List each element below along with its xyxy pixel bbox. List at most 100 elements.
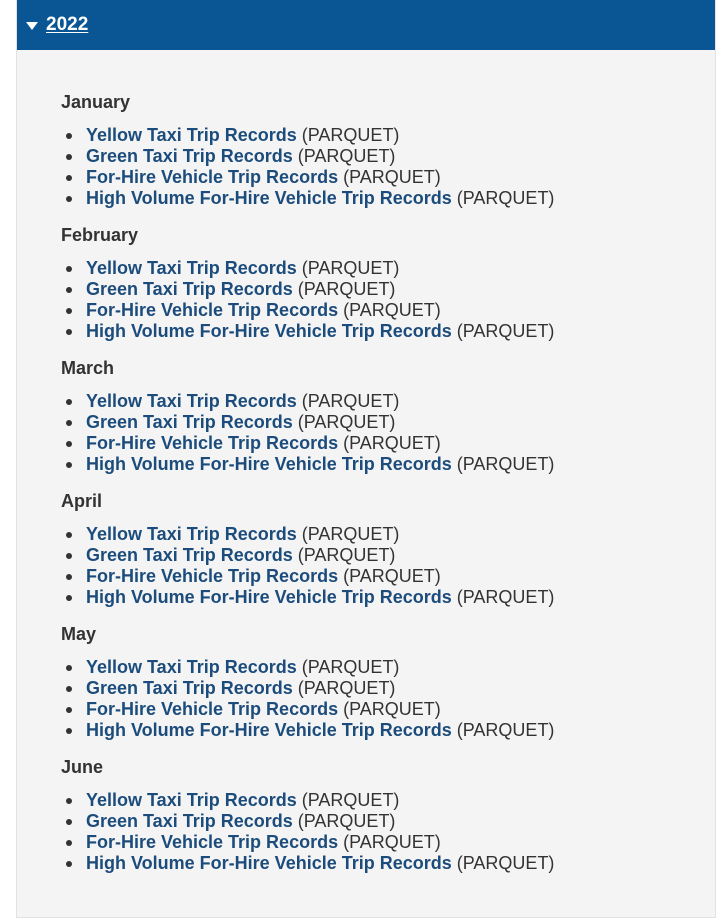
month-block-march: March Yellow Taxi Trip Records (PARQUET)… bbox=[61, 356, 715, 475]
list-item: For-Hire Vehicle Trip Records (PARQUET) bbox=[65, 566, 715, 587]
fhv-link[interactable]: For-Hire Vehicle Trip Records bbox=[86, 566, 338, 586]
green-taxi-link[interactable]: Green Taxi Trip Records bbox=[86, 811, 293, 831]
list-item: Green Taxi Trip Records (PARQUET) bbox=[65, 545, 715, 566]
month-block-january: January Yellow Taxi Trip Records (PARQUE… bbox=[61, 90, 715, 209]
month-block-june: June Yellow Taxi Trip Records (PARQUET) … bbox=[61, 755, 715, 874]
list-item: Yellow Taxi Trip Records (PARQUET) bbox=[65, 125, 715, 146]
format-label: (PARQUET) bbox=[456, 853, 555, 873]
month-heading: February bbox=[61, 225, 139, 245]
fhv-link[interactable]: For-Hire Vehicle Trip Records bbox=[86, 699, 338, 719]
format-label: (PARQUET) bbox=[456, 321, 555, 341]
green-taxi-link[interactable]: Green Taxi Trip Records bbox=[86, 279, 293, 299]
list-item: Green Taxi Trip Records (PARQUET) bbox=[65, 279, 715, 300]
format-label: (PARQUET) bbox=[301, 657, 400, 677]
bullet-icon bbox=[66, 532, 72, 538]
format-label: (PARQUET) bbox=[343, 167, 441, 187]
bullet-icon bbox=[66, 819, 72, 825]
month-heading: April bbox=[61, 491, 103, 511]
format-label: (PARQUET) bbox=[297, 279, 396, 299]
format-label: (PARQUET) bbox=[301, 524, 400, 544]
list-item: High Volume For-Hire Vehicle Trip Record… bbox=[65, 720, 715, 741]
format-label: (PARQUET) bbox=[297, 678, 396, 698]
list-item: High Volume For-Hire Vehicle Trip Record… bbox=[65, 454, 715, 475]
caret-down-icon[interactable] bbox=[26, 21, 38, 30]
record-list: Yellow Taxi Trip Records (PARQUET) Green… bbox=[61, 657, 715, 741]
list-item: Yellow Taxi Trip Records (PARQUET) bbox=[65, 258, 715, 279]
hvfhv-link[interactable]: High Volume For-Hire Vehicle Trip Record… bbox=[86, 188, 452, 208]
month-heading: March bbox=[61, 358, 115, 378]
green-taxi-link[interactable]: Green Taxi Trip Records bbox=[86, 412, 293, 432]
format-label: (PARQUET) bbox=[456, 454, 555, 474]
bullet-icon bbox=[66, 861, 72, 867]
list-item: For-Hire Vehicle Trip Records (PARQUET) bbox=[65, 699, 715, 720]
format-label: (PARQUET) bbox=[297, 412, 396, 432]
bullet-icon bbox=[66, 133, 72, 139]
format-label: (PARQUET) bbox=[301, 391, 400, 411]
bullet-icon bbox=[66, 686, 72, 692]
format-label: (PARQUET) bbox=[301, 125, 400, 145]
month-heading: June bbox=[61, 757, 104, 777]
format-label: (PARQUET) bbox=[456, 720, 555, 740]
hvfhv-link[interactable]: High Volume For-Hire Vehicle Trip Record… bbox=[86, 321, 452, 341]
fhv-link[interactable]: For-Hire Vehicle Trip Records bbox=[86, 433, 338, 453]
list-item: High Volume For-Hire Vehicle Trip Record… bbox=[65, 587, 715, 608]
green-taxi-link[interactable]: Green Taxi Trip Records bbox=[86, 146, 293, 166]
list-item: Green Taxi Trip Records (PARQUET) bbox=[65, 412, 715, 433]
list-item: Yellow Taxi Trip Records (PARQUET) bbox=[65, 391, 715, 412]
yellow-taxi-link[interactable]: Yellow Taxi Trip Records bbox=[86, 790, 297, 810]
format-label: (PARQUET) bbox=[456, 188, 555, 208]
format-label: (PARQUET) bbox=[343, 433, 441, 453]
bullet-icon bbox=[66, 707, 72, 713]
list-item: For-Hire Vehicle Trip Records (PARQUET) bbox=[65, 433, 715, 454]
format-label: (PARQUET) bbox=[343, 566, 441, 586]
bullet-icon bbox=[66, 728, 72, 734]
format-label: (PARQUET) bbox=[301, 258, 400, 278]
yellow-taxi-link[interactable]: Yellow Taxi Trip Records bbox=[86, 657, 297, 677]
bullet-icon bbox=[66, 595, 72, 601]
bullet-icon bbox=[66, 420, 72, 426]
list-item: Yellow Taxi Trip Records (PARQUET) bbox=[65, 790, 715, 811]
bullet-icon bbox=[66, 329, 72, 335]
format-label: (PARQUET) bbox=[297, 146, 396, 166]
green-taxi-link[interactable]: Green Taxi Trip Records bbox=[86, 545, 293, 565]
bullet-icon bbox=[66, 266, 72, 272]
bullet-icon bbox=[66, 399, 72, 405]
list-item: High Volume For-Hire Vehicle Trip Record… bbox=[65, 188, 715, 209]
bullet-icon bbox=[66, 308, 72, 314]
list-item: Green Taxi Trip Records (PARQUET) bbox=[65, 678, 715, 699]
hvfhv-link[interactable]: High Volume For-Hire Vehicle Trip Record… bbox=[86, 587, 452, 607]
yellow-taxi-link[interactable]: Yellow Taxi Trip Records bbox=[86, 524, 297, 544]
record-list: Yellow Taxi Trip Records (PARQUET) Green… bbox=[61, 391, 715, 475]
list-item: Green Taxi Trip Records (PARQUET) bbox=[65, 811, 715, 832]
bullet-icon bbox=[66, 462, 72, 468]
yellow-taxi-link[interactable]: Yellow Taxi Trip Records bbox=[86, 391, 297, 411]
bullet-icon bbox=[66, 287, 72, 293]
fhv-link[interactable]: For-Hire Vehicle Trip Records bbox=[86, 832, 338, 852]
record-list: Yellow Taxi Trip Records (PARQUET) Green… bbox=[61, 790, 715, 874]
bullet-icon bbox=[66, 574, 72, 580]
accordion-header[interactable]: 2022 bbox=[17, 0, 715, 50]
fhv-link[interactable]: For-Hire Vehicle Trip Records bbox=[86, 167, 338, 187]
format-label: (PARQUET) bbox=[343, 300, 441, 320]
month-heading: May bbox=[61, 624, 97, 644]
green-taxi-link[interactable]: Green Taxi Trip Records bbox=[86, 678, 293, 698]
list-item: For-Hire Vehicle Trip Records (PARQUET) bbox=[65, 167, 715, 188]
record-list: Yellow Taxi Trip Records (PARQUET) Green… bbox=[61, 125, 715, 209]
list-item: For-Hire Vehicle Trip Records (PARQUET) bbox=[65, 300, 715, 321]
bullet-icon bbox=[66, 798, 72, 804]
hvfhv-link[interactable]: High Volume For-Hire Vehicle Trip Record… bbox=[86, 720, 452, 740]
record-list: Yellow Taxi Trip Records (PARQUET) Green… bbox=[61, 258, 715, 342]
record-list: Yellow Taxi Trip Records (PARQUET) Green… bbox=[61, 524, 715, 608]
format-label: (PARQUET) bbox=[343, 699, 441, 719]
yellow-taxi-link[interactable]: Yellow Taxi Trip Records bbox=[86, 125, 297, 145]
year-toggle-link[interactable]: 2022 bbox=[46, 14, 88, 36]
hvfhv-link[interactable]: High Volume For-Hire Vehicle Trip Record… bbox=[86, 454, 452, 474]
month-block-april: April Yellow Taxi Trip Records (PARQUET)… bbox=[61, 489, 715, 608]
format-label: (PARQUET) bbox=[343, 832, 441, 852]
yellow-taxi-link[interactable]: Yellow Taxi Trip Records bbox=[86, 258, 297, 278]
accordion-content: January Yellow Taxi Trip Records (PARQUE… bbox=[17, 50, 715, 874]
bullet-icon bbox=[66, 196, 72, 202]
list-item: Yellow Taxi Trip Records (PARQUET) bbox=[65, 524, 715, 545]
fhv-link[interactable]: For-Hire Vehicle Trip Records bbox=[86, 300, 338, 320]
hvfhv-link[interactable]: High Volume For-Hire Vehicle Trip Record… bbox=[86, 853, 452, 873]
